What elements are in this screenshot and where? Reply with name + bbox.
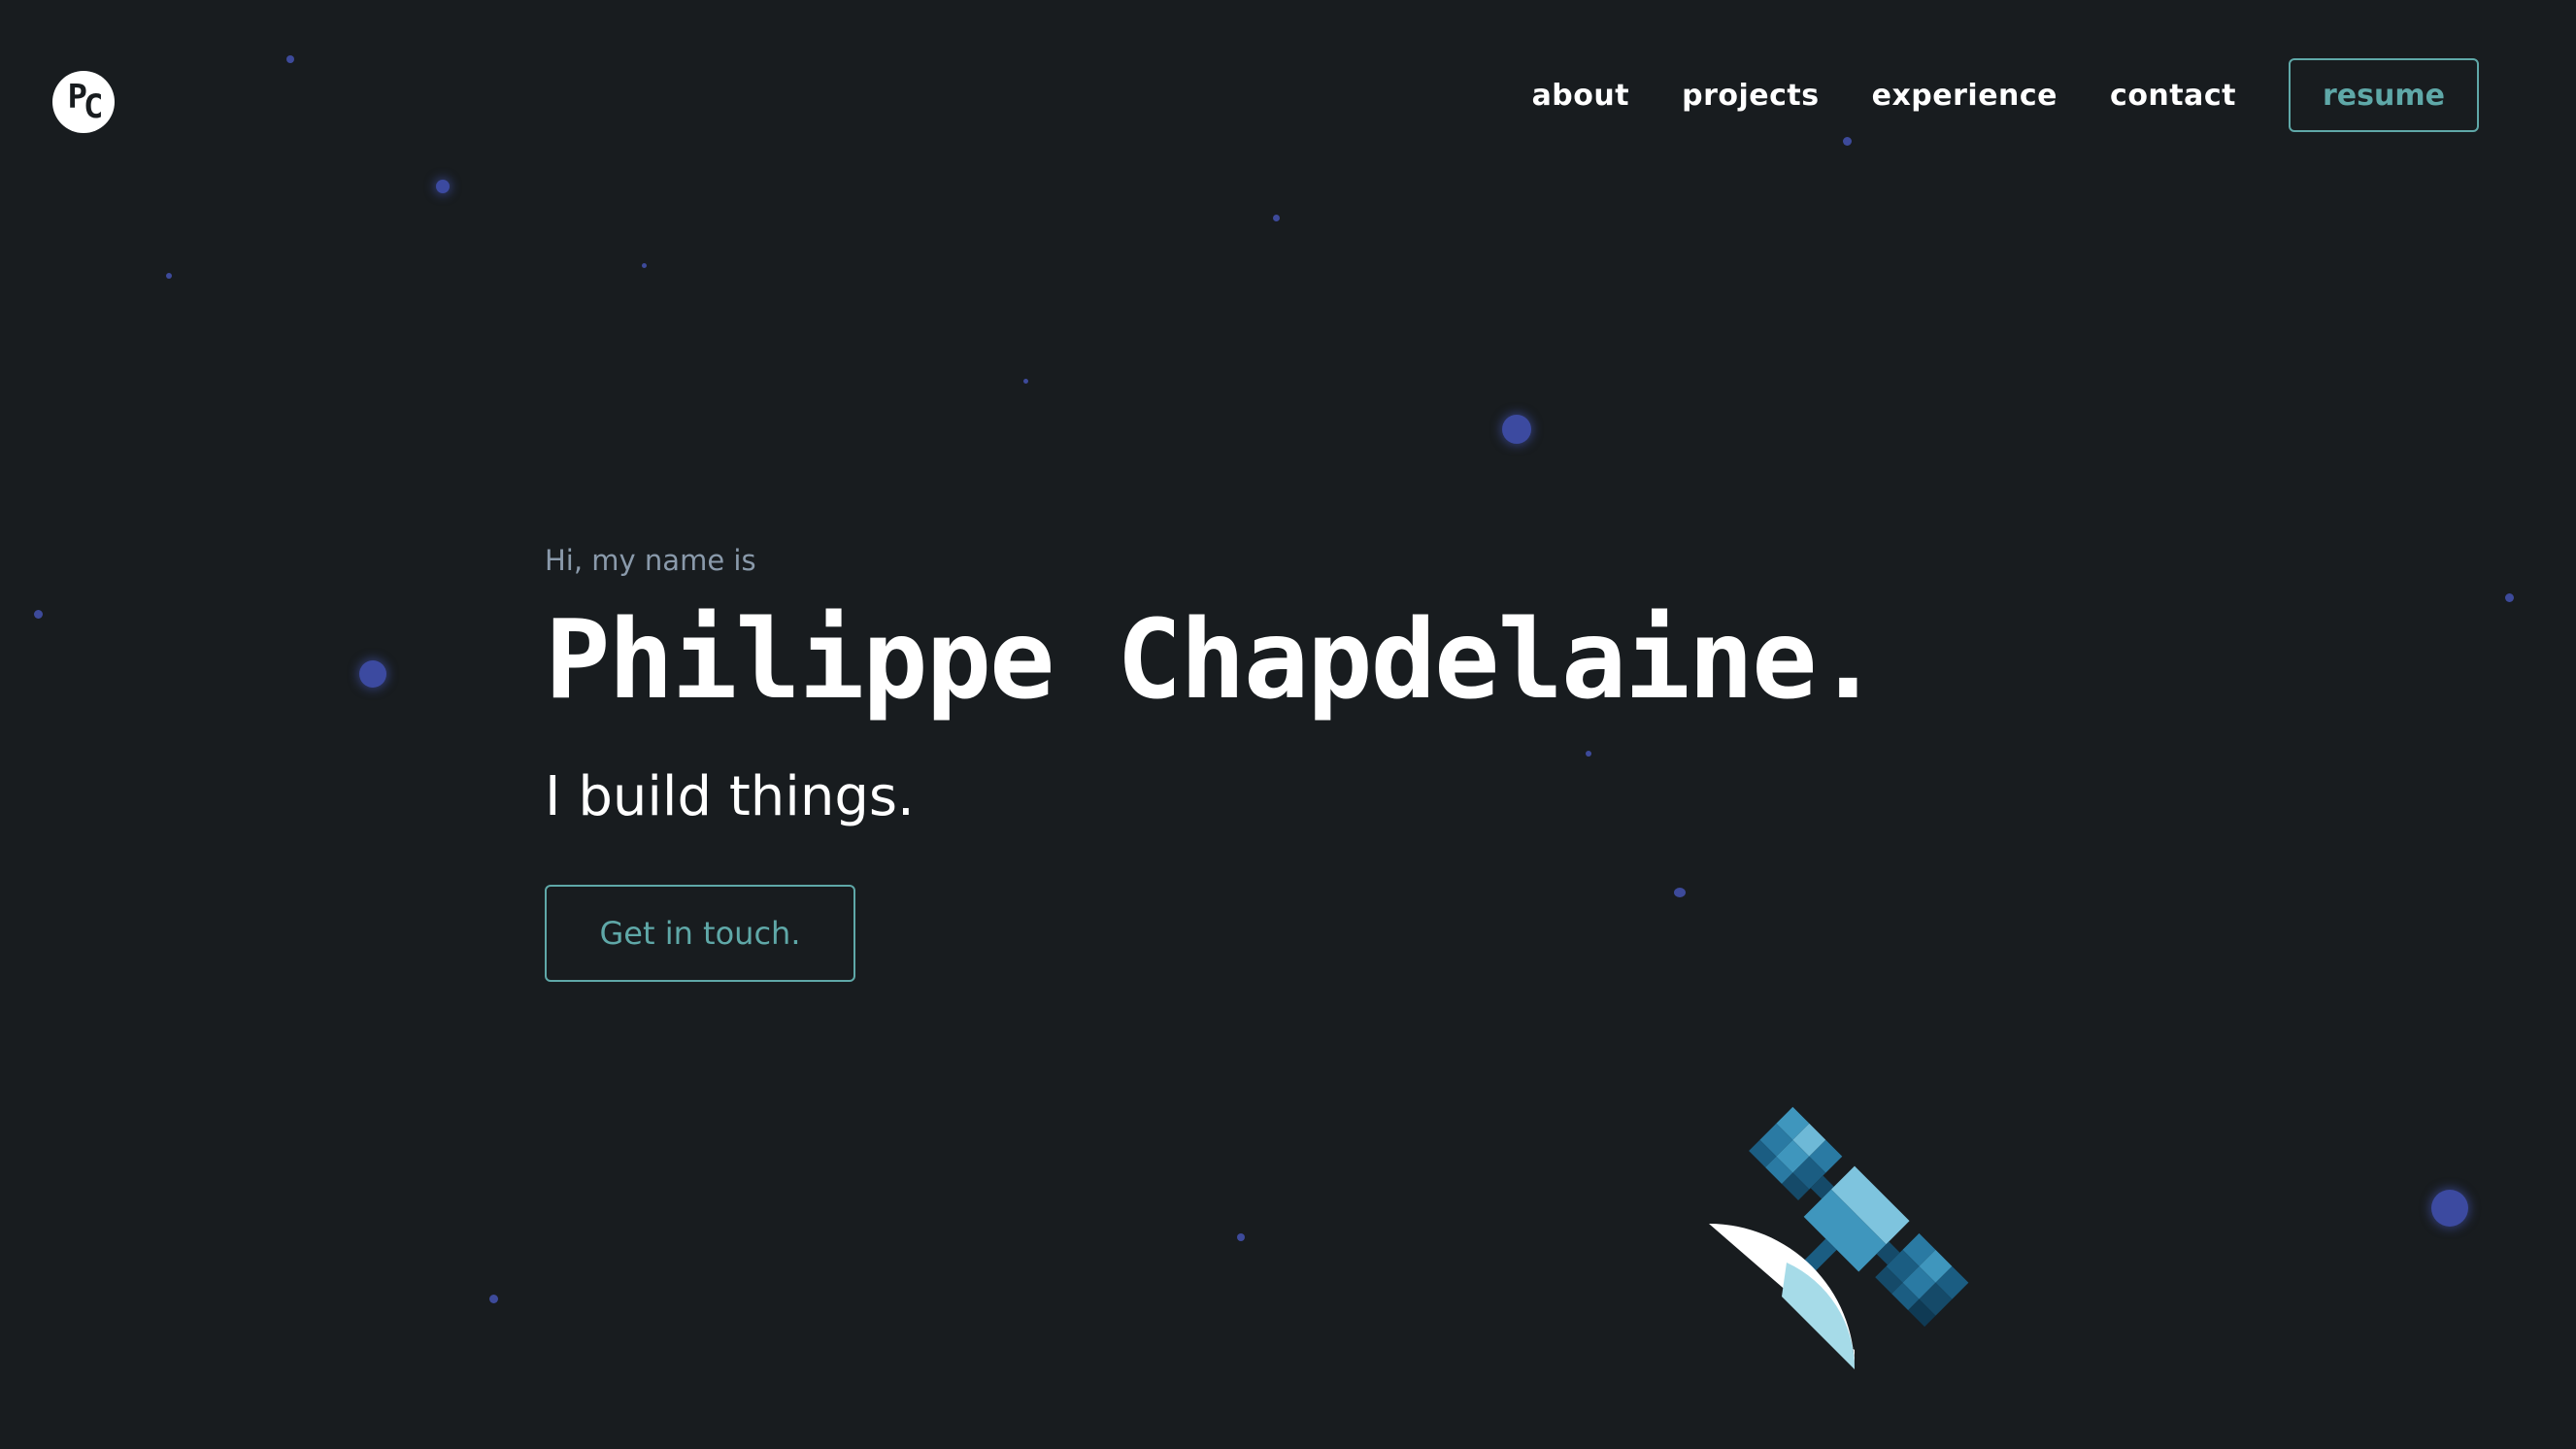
star (642, 263, 647, 268)
logo-letter-p: P (67, 78, 88, 117)
star (166, 273, 172, 279)
hero-intro: Hi, my name is (545, 544, 756, 577)
hero-name: Philippe Chapdelaine. (545, 597, 1881, 724)
star (2505, 593, 2514, 602)
get-in-touch-button[interactable]: Get in touch. (545, 885, 855, 982)
main-nav: about projects experience contact resume (1532, 56, 2479, 134)
star (1502, 415, 1531, 444)
resume-button[interactable]: resume (2289, 58, 2479, 132)
star (1023, 379, 1028, 384)
star (1237, 1233, 1245, 1241)
star (359, 660, 386, 688)
star (1273, 215, 1280, 221)
star (34, 610, 43, 619)
site-header: PC about projects experience contact res… (0, 0, 2576, 194)
star (2431, 1190, 2468, 1227)
nav-link-contact[interactable]: contact (2110, 79, 2236, 113)
nav-link-about[interactable]: about (1532, 79, 1630, 113)
hero-section: Hi, my name is Philippe Chapdelaine. I b… (545, 544, 1881, 982)
nav-link-experience[interactable]: experience (1872, 79, 2057, 113)
nav-link-projects[interactable]: projects (1682, 79, 1820, 113)
satellite-icon (1709, 1106, 1969, 1369)
star (489, 1295, 498, 1303)
logo-letter-c: C (84, 87, 104, 126)
hero-tagline: I build things. (545, 765, 915, 828)
logo[interactable]: PC (52, 71, 115, 133)
